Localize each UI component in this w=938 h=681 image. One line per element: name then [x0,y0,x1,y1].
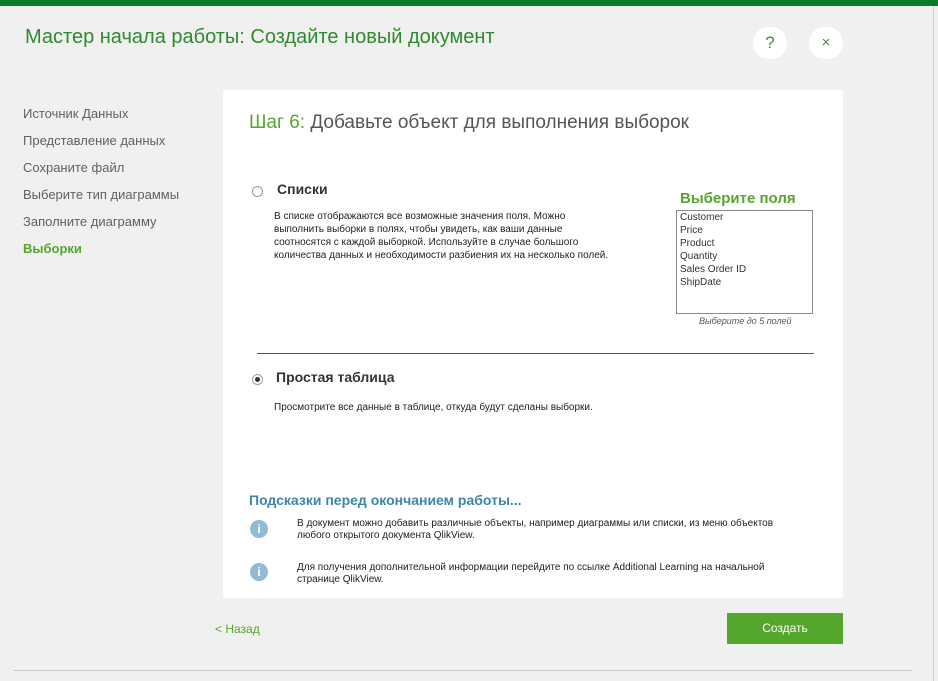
table-radio[interactable] [252,374,263,385]
top-accent-bar [0,0,938,6]
lists-option-title[interactable]: Списки [277,181,328,197]
question-icon: ? [765,33,775,52]
select-fields-title: Выберите поля [680,190,796,207]
tip-line: В документ можно добавить различные объе… [297,518,774,529]
tips-title: Подсказки перед окончанием работы... [249,492,522,508]
step-heading: Шаг 6: Добавьте объект для выполнения вы… [249,112,689,134]
info-icon: i [250,563,268,581]
sidebar-item-fill-chart[interactable]: Заполните диаграмму [23,212,179,239]
lists-radio[interactable] [252,186,263,197]
lists-description-line: выполнить выборки в полях, чтобы увидеть… [274,224,563,235]
close-icon: × [821,34,831,51]
field-item[interactable]: Quantity [677,250,812,263]
help-button[interactable]: ? [753,27,787,59]
create-button[interactable]: Создать [727,613,843,644]
lists-option-description: В списке отображаются все возможные знач… [274,210,608,262]
tip-line: любого открытого документа QlikView. [297,530,475,541]
field-item[interactable]: Customer [677,211,812,224]
fields-hint: Выберите до 5 полей [699,316,792,326]
field-item[interactable]: ShipDate [677,276,812,289]
lists-description-line: количества данных и необходимости разбие… [274,250,609,261]
sidebar-item-data-source[interactable]: Источник Данных [23,104,179,131]
lists-description-line: В списке отображаются все возможные знач… [274,211,566,222]
wizard-steps-nav: Источник Данных Представление данных Сох… [23,104,179,266]
field-item[interactable]: Price [677,224,812,237]
info-icon: i [250,520,268,538]
step-title: Добавьте объект для выполнения выборок [310,112,689,133]
table-option-description: Просмотрите все данные в таблице, откуда… [274,402,593,413]
window-right-edge [933,6,934,681]
sidebar-item-data-view[interactable]: Представление данных [23,131,179,158]
sidebar-item-save-file[interactable]: Сохраните файл [23,158,179,185]
radio-dot [255,377,260,382]
wizard-title: Мастер начала работы: Создайте новый док… [25,26,495,48]
step-number: Шаг 6: [249,112,306,133]
wizard-content-panel: Шаг 6: Добавьте объект для выполнения вы… [223,90,843,598]
footer-divider [14,670,912,671]
tip-text: В документ можно добавить различные объе… [297,518,837,542]
tip-line: Для получения дополнительной информации … [297,562,765,573]
tip-text: Для получения дополнительной информации … [297,562,837,586]
options-divider [257,353,814,354]
table-option-title[interactable]: Простая таблица [276,369,394,385]
back-button[interactable]: < Назад [215,622,260,636]
tip-line: странице QlikView. [297,574,384,585]
close-button[interactable]: × [809,27,843,59]
field-item[interactable]: Product [677,237,812,250]
sidebar-item-selections[interactable]: Выборки [23,239,179,266]
sidebar-item-chart-type[interactable]: Выберите тип диаграммы [23,185,179,212]
fields-listbox[interactable]: Customer Price Product Quantity Sales Or… [676,210,813,314]
field-item[interactable]: Sales Order ID [677,263,812,276]
lists-description-line: соотносятся с каждой выборкой. Используй… [274,237,579,248]
